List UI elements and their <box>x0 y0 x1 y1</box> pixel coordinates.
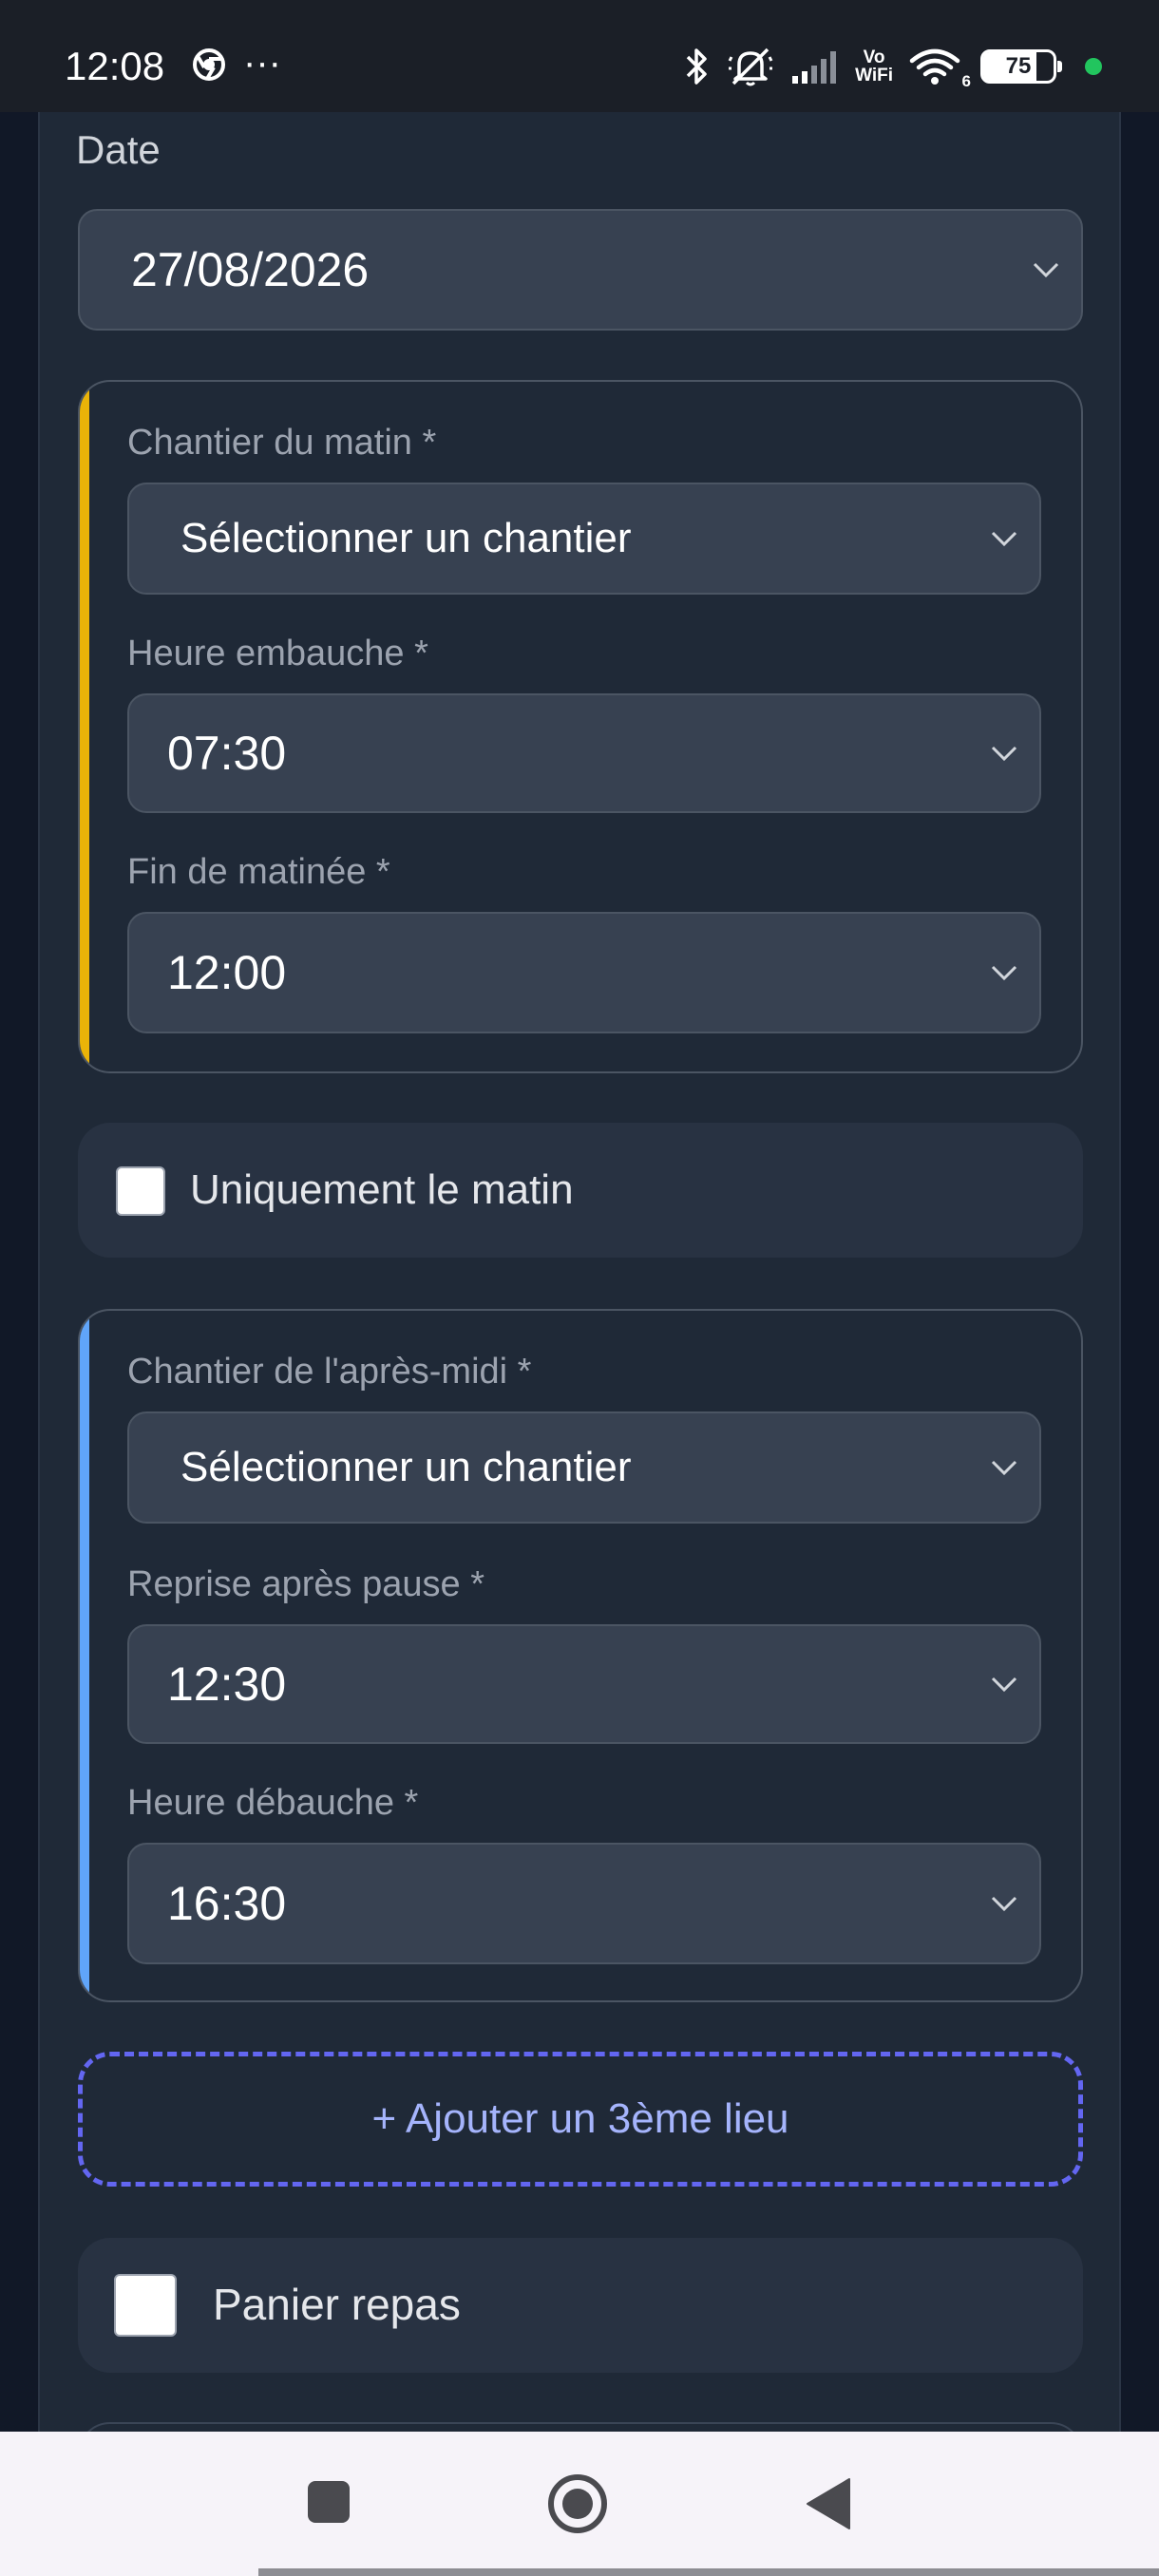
add-third-location-button[interactable]: + Ajouter un 3ème lieu <box>78 2052 1083 2187</box>
date-label: Date <box>76 127 161 172</box>
battery-icon: 75 <box>980 49 1062 84</box>
only-morning-label: Uniquement le matin <box>190 1166 574 1213</box>
bluetooth-icon <box>686 48 707 85</box>
chevron-down-icon <box>991 1896 1017 1912</box>
morning-accent-bar <box>80 382 89 1071</box>
afternoon-section: Chantier de l'après-midi * Sélectionner … <box>78 1309 1083 2002</box>
afternoon-resume-label: Reprise après pause * <box>127 1564 484 1604</box>
afternoon-end-label: Heure débauche * <box>127 1783 419 1823</box>
status-bar: 12:08 ··· Vo WiFi 6 75 <box>0 0 1159 112</box>
morning-section: Chantier du matin * Sélectionner un chan… <box>78 380 1083 1073</box>
meal-basket-checkbox[interactable] <box>114 2274 177 2337</box>
morning-start-select[interactable]: 07:30 <box>127 693 1041 813</box>
date-value: 27/08/2026 <box>131 243 370 296</box>
afternoon-end-value: 16:30 <box>167 1877 287 1930</box>
status-icons: Vo WiFi 6 75 <box>682 42 1102 91</box>
chevron-down-icon <box>991 965 1017 981</box>
only-morning-row[interactable]: Uniquement le matin <box>78 1123 1083 1258</box>
chevron-down-icon <box>991 746 1017 762</box>
morning-start-value: 07:30 <box>167 727 287 780</box>
morning-site-value: Sélectionner un chantier <box>180 515 632 561</box>
meal-basket-row[interactable]: Panier repas <box>78 2238 1083 2373</box>
only-morning-checkbox[interactable] <box>116 1166 165 1216</box>
battery-level: 75 <box>1005 53 1032 79</box>
system-navigation-bar <box>0 2432 1159 2576</box>
wifi-icon: 6 <box>908 46 971 90</box>
afternoon-site-label: Chantier de l'après-midi * <box>127 1352 532 1392</box>
afternoon-resume-value: 12:30 <box>167 1657 287 1711</box>
chevron-down-icon <box>1033 262 1059 278</box>
chevron-down-icon <box>991 1676 1017 1693</box>
home-circle-icon[interactable] <box>545 2472 610 2536</box>
recents-square-icon[interactable] <box>306 2479 352 2525</box>
vowifi-indicator: Vo WiFi <box>855 47 893 85</box>
cellular-signal-icon <box>792 51 837 84</box>
morning-site-label: Chantier du matin * <box>127 423 437 463</box>
chevron-down-icon <box>991 531 1017 547</box>
morning-end-select[interactable]: 12:00 <box>127 912 1041 1033</box>
meal-basket-label: Panier repas <box>213 2280 461 2329</box>
gesture-handle <box>258 2568 1159 2576</box>
back-triangle-icon[interactable] <box>806 2477 851 2530</box>
wifi-6-badge: 6 <box>961 72 971 90</box>
date-field[interactable]: 27/08/2026 <box>78 209 1083 331</box>
afternoon-accent-bar <box>80 1311 89 2000</box>
next-section-partial <box>78 2422 1083 2432</box>
privacy-indicator-dot <box>1085 58 1102 75</box>
chevron-down-icon <box>991 1460 1017 1476</box>
morning-start-label: Heure embauche * <box>127 634 428 673</box>
afternoon-site-value: Sélectionner un chantier <box>180 1444 632 1490</box>
morning-end-label: Fin de matinée * <box>127 852 390 892</box>
status-overflow-dots: ··· <box>243 42 281 84</box>
status-time: 12:08 <box>65 44 165 88</box>
morning-site-select[interactable]: Sélectionner un chantier <box>127 483 1041 595</box>
afternoon-end-select[interactable]: 16:30 <box>127 1843 1041 1964</box>
morning-end-value: 12:00 <box>167 946 287 999</box>
afternoon-site-select[interactable]: Sélectionner un chantier <box>127 1411 1041 1524</box>
afternoon-resume-select[interactable]: 12:30 <box>127 1624 1041 1744</box>
chrome-icon <box>193 48 225 81</box>
muted-bell-icon <box>728 47 773 86</box>
timesheet-form: Date 27/08/2026 Chantier du matin * Séle… <box>38 112 1121 2432</box>
